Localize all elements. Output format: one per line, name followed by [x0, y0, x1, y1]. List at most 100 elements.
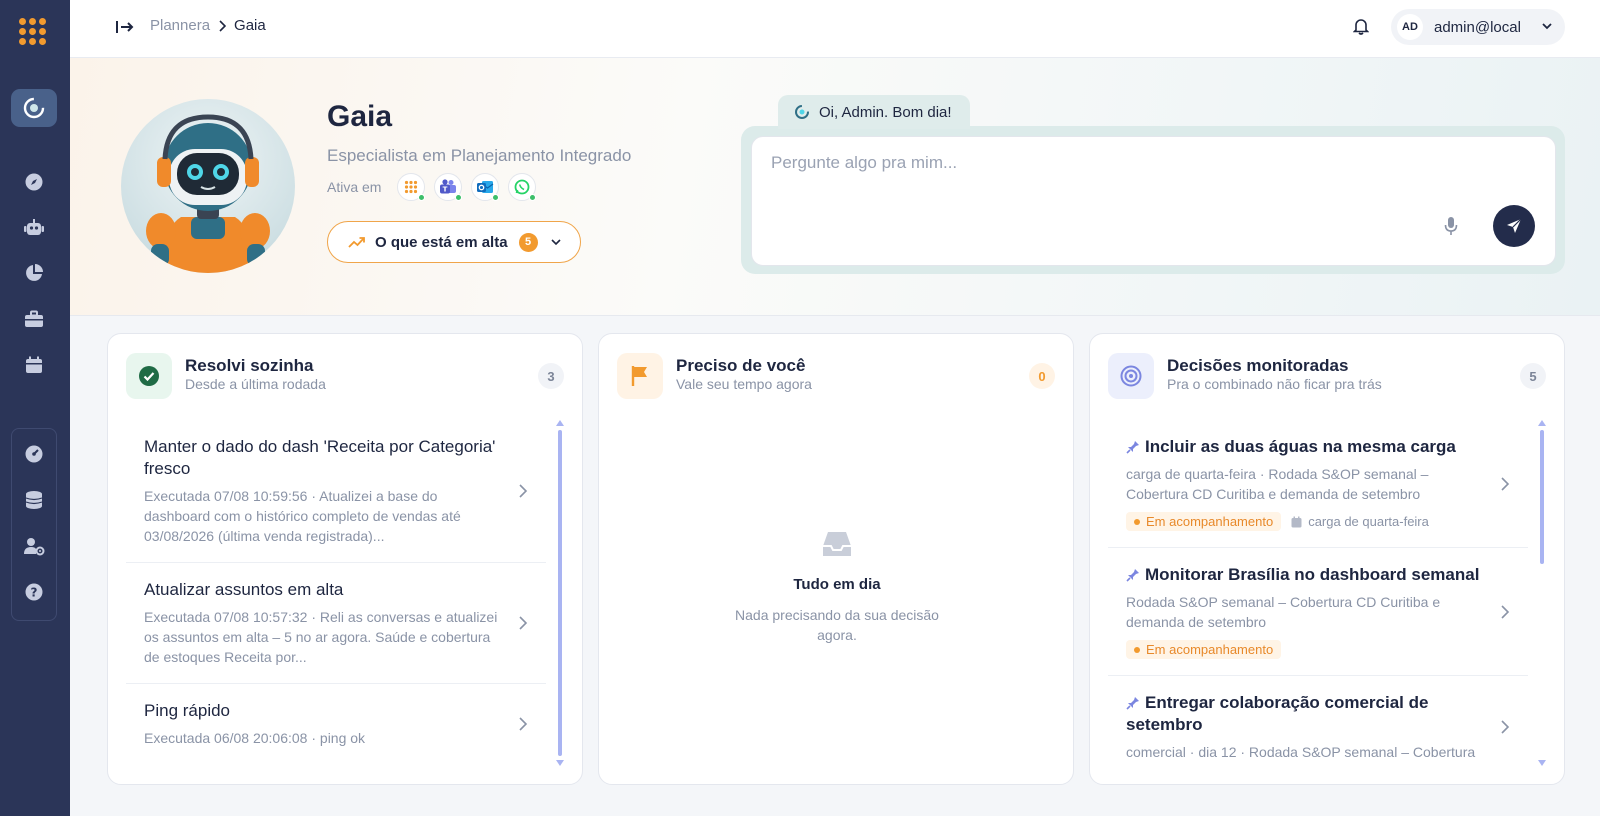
bell-icon [1353, 19, 1369, 35]
sidebar-item-explore[interactable] [21, 169, 47, 195]
channel-plannera[interactable] [397, 173, 425, 201]
status-badge: Em acompanhamento [1126, 512, 1282, 531]
scroll-up-arrow[interactable] [1538, 420, 1546, 426]
card-title: Resolvi sozinha [185, 356, 314, 375]
channel-outlook[interactable] [471, 173, 499, 201]
channel-teams[interactable]: T [434, 173, 462, 201]
greeting-text: Oi, Admin. Bom dia! [819, 103, 952, 121]
sidebar-item-calendar[interactable] [21, 352, 47, 378]
apps-grid-icon[interactable] [19, 18, 47, 46]
sidebar-item-agents[interactable] [21, 215, 47, 241]
item-tags: Em acompanhamento [1126, 640, 1483, 659]
scrollbar[interactable] [556, 420, 564, 766]
outlook-icon [477, 181, 494, 193]
card-subtitle: Desde a última rodada [185, 376, 326, 392]
list-item[interactable]: Incluir as duas águas na mesma carga car… [1108, 420, 1528, 548]
chevron-right-icon [519, 484, 528, 498]
flag-icon [631, 366, 647, 386]
sidebar-item-user-settings[interactable] [21, 533, 47, 559]
list-item[interactable]: Ping rápido Executada 06/08 20:06:08 · p… [126, 684, 546, 764]
card-title: Decisões monitoradas [1167, 356, 1349, 375]
item-description: Executada 06/08 20:06:08 · ping ok [144, 730, 366, 746]
breadcrumb-parent[interactable]: Plannera [150, 17, 210, 34]
expand-sidebar-button[interactable] [114, 16, 136, 38]
svg-text:?: ? [31, 586, 38, 600]
scrollbar-thumb[interactable] [1540, 430, 1544, 564]
item-title: Ping rápido [144, 701, 231, 720]
chevron-right-icon [1501, 720, 1510, 734]
robot-icon [24, 219, 44, 235]
sidebar-item-data[interactable] [21, 487, 47, 513]
item-title-row: Incluir as duas águas na mesma carga [1126, 436, 1483, 458]
list-item[interactable]: Atualizar assuntos em alta Executada 07/… [126, 563, 546, 684]
card-subtitle: Pra o combinado não ficar pra trás [1167, 376, 1382, 392]
agent-avatar [121, 99, 295, 273]
send-button[interactable] [1493, 205, 1535, 247]
item-description: Rodada S&OP semanal – Cobertura CD Curit… [1126, 594, 1441, 630]
item-tags: Em acompanhamento carga de quarta-feira [1126, 512, 1483, 531]
breadcrumb-current: Gaia [234, 17, 266, 34]
agent-ring-icon [23, 97, 45, 119]
scroll-down-arrow[interactable] [556, 760, 564, 766]
resolved-list: Manter o dado do dash 'Receita por Categ… [126, 420, 546, 764]
online-indicator [492, 194, 499, 201]
agent-hero: Gaia Especialista em Planejamento Integr… [70, 58, 1600, 316]
calendar-icon [26, 356, 42, 373]
help-icon: ? [25, 583, 43, 601]
compass-icon [25, 173, 43, 191]
item-title: Manter o dado do dash 'Receita por Categ… [144, 437, 496, 478]
svg-text:T: T [443, 186, 448, 194]
sidebar-item-agent[interactable] [11, 89, 57, 127]
chat-input[interactable] [771, 153, 1411, 173]
robot-avatar-icon [146, 114, 270, 273]
card-needs-you: Preciso de você Vale seu tempo agora 0 T… [598, 333, 1074, 785]
item-title: Incluir as duas águas na mesma carga [1145, 437, 1456, 456]
item-title-row: Entregar colaboração comercial de setemb… [1126, 692, 1483, 736]
card-subtitle: Vale seu tempo agora [676, 376, 812, 392]
greeting-tab: Oi, Admin. Bom dia! [778, 95, 970, 129]
notifications-button[interactable] [1349, 14, 1373, 38]
status-label: Em acompanhamento [1146, 514, 1274, 529]
list-item[interactable]: Monitorar Brasília no dashboard semanal … [1108, 548, 1528, 676]
sidebar-item-portfolio[interactable] [21, 306, 47, 332]
sidebar-item-reports[interactable] [21, 260, 47, 286]
trending-topics-button[interactable]: O que está em alta 5 [327, 221, 581, 263]
chevron-down-icon [1542, 23, 1552, 30]
empty-state: Tudo em dia Nada precisando da sua decis… [599, 529, 1073, 645]
scrollbar-thumb[interactable] [558, 430, 562, 756]
avatar: AD [1397, 14, 1423, 40]
card-count-badge: 0 [1029, 363, 1055, 389]
card-title: Preciso de você [676, 356, 806, 375]
trending-count-badge: 5 [518, 232, 538, 252]
breadcrumb: Plannera Gaia [150, 17, 266, 34]
online-indicator [455, 194, 462, 201]
user-name: admin@local [1434, 18, 1521, 36]
sidebar-item-dashboard[interactable] [21, 441, 47, 467]
check-circle-icon [139, 366, 159, 386]
inbox-icon [823, 532, 851, 556]
calendar-icon [1291, 516, 1302, 527]
item-description: Executada 07/08 10:57:32 · Reli as conve… [144, 609, 498, 665]
item-title-row: Monitorar Brasília no dashboard semanal [1126, 564, 1483, 586]
list-item[interactable]: Manter o dado do dash 'Receita por Categ… [126, 420, 546, 563]
status-badge: Em acompanhamento [1126, 640, 1282, 659]
scroll-down-arrow[interactable] [1538, 760, 1546, 766]
card-resolved: Resolvi sozinha Desde a última rodada 3 … [107, 333, 583, 785]
scrollbar[interactable] [1538, 420, 1546, 766]
whatsapp-icon [514, 179, 530, 195]
pin-icon [1126, 441, 1139, 454]
sidebar-item-help[interactable]: ? [21, 579, 47, 605]
trending-label: O que está em alta [375, 233, 508, 251]
send-icon [1507, 218, 1522, 233]
chevron-right-icon [1501, 476, 1510, 491]
meta-label: carga de quarta-feira [1308, 514, 1429, 529]
active-label: Ativa em [327, 179, 382, 195]
user-gear-icon [24, 538, 45, 556]
list-item[interactable]: Entregar colaboração comercial de setemb… [1108, 676, 1528, 778]
channel-whatsapp[interactable] [508, 173, 536, 201]
user-menu[interactable]: AD admin@local [1391, 9, 1565, 45]
item-description: Executada 07/08 10:59:56 · Atualizei a b… [144, 488, 461, 544]
voice-input-button[interactable] [1441, 215, 1461, 237]
gauge-icon [25, 445, 43, 463]
scroll-up-arrow[interactable] [556, 420, 564, 426]
